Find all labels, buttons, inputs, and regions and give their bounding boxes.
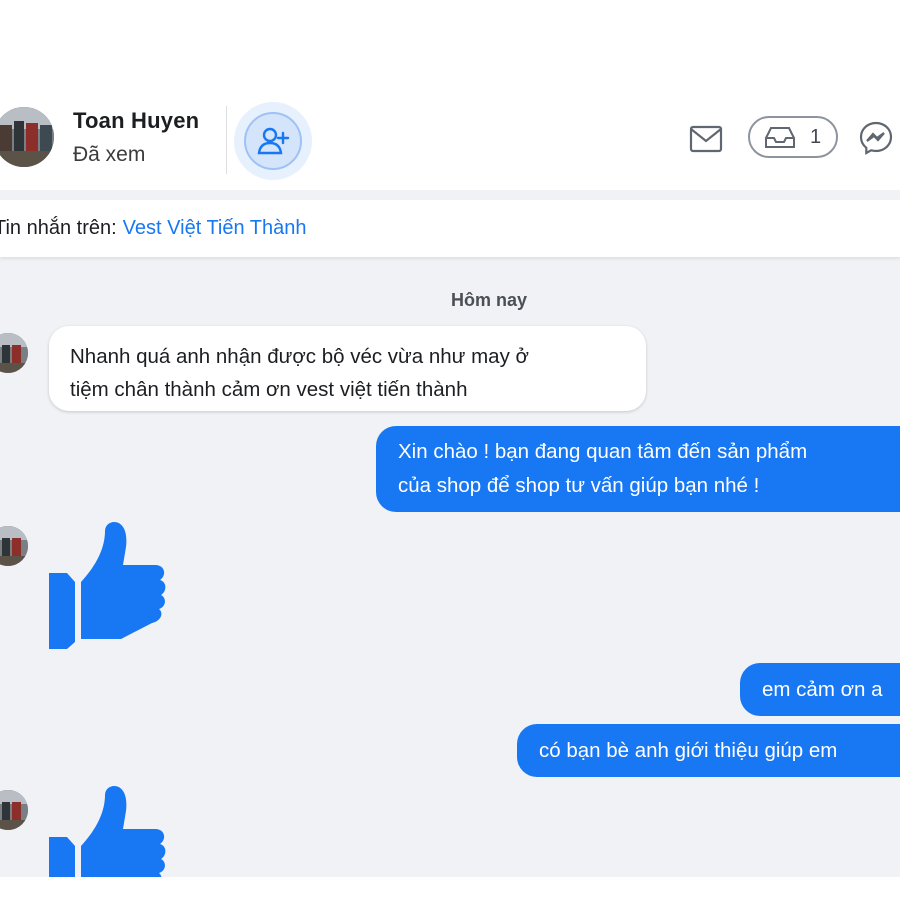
thumbs-up-icon[interactable] — [47, 786, 168, 877]
inbox-count: 1 — [810, 125, 822, 148]
sender-avatar[interactable] — [0, 790, 28, 830]
message-line: Xin chào ! bạn đang quan tâm đến sản phẩ… — [398, 440, 808, 463]
header-divider — [226, 106, 227, 174]
message-thread[interactable]: Hôm nay Nhanh quá anh nhận được bộ véc v… — [0, 257, 900, 877]
message-line: tiệm chân thành cảm ơn vest việt tiến th… — [70, 378, 468, 401]
message-line: của shop để shop tư vấn giúp bạn nhé ! — [398, 474, 760, 497]
message-line: có bạn bè anh giới thiệu giúp em — [539, 738, 838, 762]
sender-avatar[interactable] — [0, 333, 28, 373]
mail-icon[interactable] — [689, 124, 723, 154]
outgoing-message-bubble[interactable]: có bạn bè anh giới thiệu giúp em — [517, 724, 900, 777]
message-line: em cảm ơn a — [762, 677, 883, 701]
contact-name[interactable]: Toan Huyen — [73, 108, 199, 134]
bottom-margin — [0, 877, 900, 900]
inbox-button[interactable]: 1 — [748, 116, 838, 158]
source-label: Tin nhắn trên: — [0, 217, 117, 239]
contact-avatar[interactable] — [0, 107, 54, 167]
sender-avatar[interactable] — [0, 526, 28, 566]
message-source-bar: Tin nhắn trên: Vest Việt Tiến Thành — [0, 200, 900, 257]
message-line: Nhanh quá anh nhận được bộ véc vừa như m… — [70, 345, 529, 368]
seen-status: Đã xem — [73, 143, 146, 166]
inbox-tray-icon — [765, 127, 795, 148]
page-link[interactable]: Vest Việt Tiến Thành — [123, 217, 307, 240]
thumbs-up-icon[interactable] — [47, 522, 168, 650]
header-separator — [0, 190, 900, 200]
outgoing-message-bubble[interactable]: Xin chào ! bạn đang quan tâm đến sản phẩ… — [376, 426, 900, 512]
messenger-icon[interactable] — [858, 120, 894, 156]
outgoing-message-bubble[interactable]: em cảm ơn a — [740, 663, 900, 716]
add-friend-button[interactable] — [244, 112, 302, 170]
add-person-icon — [257, 127, 290, 155]
conversation-header: Toan Huyen Đã xem 1 — [0, 98, 900, 190]
incoming-message-bubble[interactable]: Nhanh quá anh nhận được bộ véc vừa như m… — [49, 326, 646, 411]
day-separator: Hôm nay — [450, 290, 528, 310]
